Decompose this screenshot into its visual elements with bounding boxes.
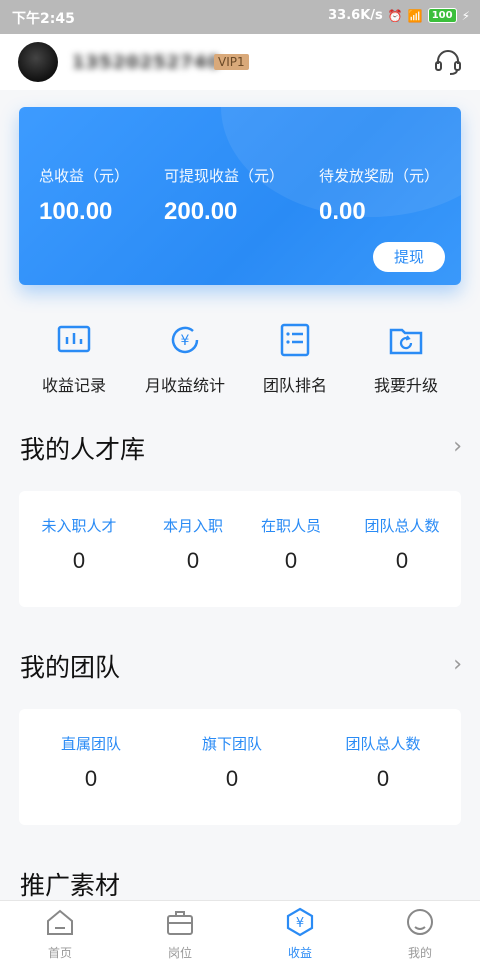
withdraw-button[interactable]: 提现 <box>373 242 445 272</box>
svg-text:¥: ¥ <box>181 333 190 349</box>
quick-team-ranking[interactable]: 团队排名 <box>240 322 350 396</box>
tab-label: 首页 <box>47 946 72 960</box>
stat-team-total-count[interactable]: 团队总人数 0 <box>333 733 433 792</box>
vip-badge: VIP1 <box>214 54 249 70</box>
stat-label: 团队总人数 <box>345 735 421 753</box>
chart-icon <box>57 325 91 353</box>
quick-earnings-record[interactable]: 收益记录 <box>19 322 129 396</box>
stat-value: 0 <box>284 548 298 573</box>
stat-label: 未入职人才 <box>41 517 117 535</box>
quick-upgrade[interactable]: 我要升级 <box>351 322 461 396</box>
tab-label: 岗位 <box>167 946 192 960</box>
home-icon <box>47 909 73 935</box>
list-icon <box>280 323 310 357</box>
stat-value: 0 <box>84 766 98 791</box>
bottom-tabbar: 首页 岗位 ¥ 收益 我的 <box>0 900 480 960</box>
talent-pool-title: 我的人才库 <box>20 435 146 464</box>
my-team-title: 我的团队 <box>20 653 121 682</box>
status-bar: 下午2:45 33.6K/s ⏰ 📶 100 ⚡ <box>0 0 480 34</box>
profile-phone: 13520252740 <box>72 52 221 73</box>
briefcase-icon <box>167 911 193 935</box>
withdrawable-value: 200.00 <box>164 198 238 225</box>
stat-onboarded-this-month[interactable]: 本月入职 0 <box>153 515 233 574</box>
charging-icon: ⚡ <box>461 8 470 23</box>
avatar[interactable] <box>18 42 58 82</box>
stat-label: 本月入职 <box>162 517 223 535</box>
tab-home[interactable]: 首页 <box>20 907 100 960</box>
stat-direct-team[interactable]: 直属团队 0 <box>41 733 141 792</box>
stat-value: 0 <box>376 766 390 791</box>
tab-earnings[interactable]: ¥ 收益 <box>260 907 340 960</box>
stat-label: 在职人员 <box>260 517 321 535</box>
pending-label: 待发放奖励（元） <box>319 167 440 185</box>
stat-value: 0 <box>72 548 86 573</box>
folder-upgrade-icon <box>389 328 423 355</box>
tab-jobs[interactable]: 岗位 <box>140 907 220 960</box>
stat-value: 0 <box>225 766 239 791</box>
pending-reward: 待发放奖励（元） 0.00 <box>319 165 439 226</box>
tab-label: 收益 <box>287 946 312 960</box>
stat-not-onboarded[interactable]: 未入职人才 0 <box>39 515 119 574</box>
total-earnings-value: 100.00 <box>39 198 113 225</box>
stat-team-total[interactable]: 团队总人数 0 <box>357 515 447 574</box>
signal-icon: 📶 <box>407 8 423 23</box>
quick-actions: 收益记录 ¥ 月收益统计 团队排名 我要升级 <box>0 322 480 395</box>
tab-label: 我的 <box>407 946 432 960</box>
my-team-panel: 直属团队 0 旗下团队 0 团队总人数 0 <box>19 709 461 825</box>
pending-value: 0.00 <box>319 198 366 225</box>
stat-value: 0 <box>395 548 409 573</box>
network-speed: 33.6K/s <box>328 8 383 23</box>
svg-text:¥: ¥ <box>296 916 304 931</box>
stat-sub-team[interactable]: 旗下团队 0 <box>182 733 282 792</box>
talent-pool-panel: 未入职人才 0 本月入职 0 在职人员 0 团队总人数 0 <box>19 491 461 607</box>
quick-monthly-stats[interactable]: ¥ 月收益统计 <box>130 322 240 396</box>
talent-pool-chevron-icon[interactable]: › <box>453 434 462 459</box>
stat-value: 0 <box>186 548 200 573</box>
yen-icon: ¥ <box>171 326 199 354</box>
quick-label: 团队排名 <box>262 376 327 395</box>
stat-employed[interactable]: 在职人员 0 <box>251 515 331 574</box>
my-team-chevron-icon[interactable]: › <box>453 652 462 677</box>
battery-icon: 100 <box>427 8 457 23</box>
withdrawable-earnings: 可提现收益（元） 200.00 <box>164 165 284 226</box>
stat-label: 直属团队 <box>60 735 121 753</box>
status-right: 33.6K/s ⏰ 📶 100 ⚡ <box>328 8 470 23</box>
promo-title: 推广素材 <box>20 871 121 900</box>
withdrawable-label: 可提现收益（元） <box>164 167 285 185</box>
stat-label: 团队总人数 <box>364 517 440 535</box>
profile-icon <box>407 909 433 935</box>
quick-label: 我要升级 <box>373 376 438 395</box>
alarm-icon: ⏰ <box>387 8 403 23</box>
total-earnings-label: 总收益（元） <box>39 167 130 185</box>
status-time: 下午2:45 <box>12 11 75 27</box>
tab-profile[interactable]: 我的 <box>380 907 460 960</box>
earnings-card: 总收益（元） 100.00 可提现收益（元） 200.00 待发放奖励（元） 0… <box>19 107 461 285</box>
total-earnings: 总收益（元） 100.00 <box>39 165 129 226</box>
yen-hexagon-icon: ¥ <box>286 907 314 937</box>
customer-service-icon[interactable] <box>432 46 464 78</box>
profile-header: 13520252740 VIP1 <box>0 34 480 90</box>
quick-label: 收益记录 <box>41 376 106 395</box>
stat-label: 旗下团队 <box>201 735 262 753</box>
quick-label: 月收益统计 <box>144 376 225 395</box>
